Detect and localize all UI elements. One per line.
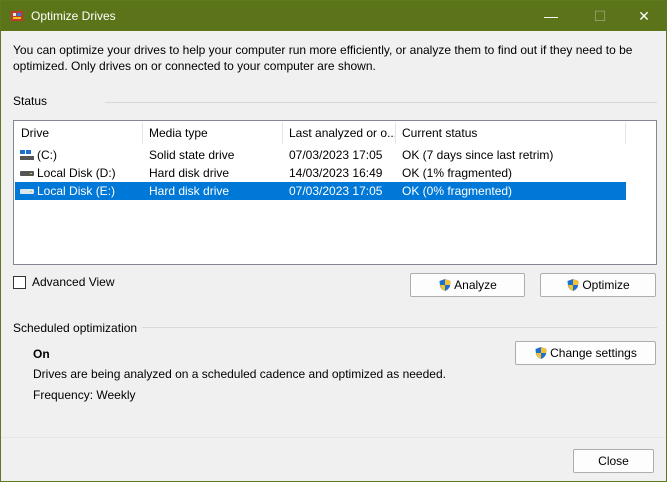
drive-name: (C:) <box>37 148 57 162</box>
scheduled-divider <box>142 327 657 328</box>
intro-text: You can optimize your drives to help you… <box>13 43 633 73</box>
column-header-current-status[interactable]: Current status <box>396 122 626 144</box>
column-header-drive[interactable]: Drive <box>15 122 143 144</box>
hard-disk-icon <box>20 171 34 176</box>
last-analyzed: 14/03/2023 16:49 <box>289 166 383 180</box>
media-type: Hard disk drive <box>149 184 230 198</box>
media-type: Hard disk drive <box>149 166 230 180</box>
analyze-button[interactable]: Analyze <box>410 273 525 297</box>
uac-shield-icon <box>535 347 547 359</box>
column-header-media-type[interactable]: Media type <box>143 122 283 144</box>
uac-shield-icon <box>567 279 579 291</box>
optimize-label: Optimize <box>582 278 630 292</box>
status-section-label: Status <box>13 94 48 108</box>
minimize-button[interactable]: — <box>528 1 574 31</box>
defrag-app-icon <box>11 11 23 21</box>
close-label: Close <box>598 454 629 468</box>
hard-disk-icon <box>20 189 34 194</box>
dialog-footer: Close <box>1 437 666 481</box>
change-settings-button[interactable]: Change settings <box>515 341 656 365</box>
dialog-content: You can optimize your drives to help you… <box>1 31 666 481</box>
current-status: OK (0% fragmented) <box>402 184 513 198</box>
close-button[interactable]: Close <box>573 449 654 473</box>
drive-row-e[interactable]: Local Disk (E:) Hard disk drive 07/03/20… <box>15 182 626 200</box>
current-status: OK (1% fragmented) <box>402 166 513 180</box>
close-window-button[interactable]: ✕ <box>621 1 667 31</box>
window-title: Optimize Drives <box>31 9 116 23</box>
current-status: OK (7 days since last retrim) <box>402 148 554 162</box>
media-type: Solid state drive <box>149 148 235 162</box>
advanced-view-option[interactable]: Advanced View <box>13 275 115 289</box>
last-analyzed: 07/03/2023 17:05 <box>289 148 383 162</box>
scheduled-section-label: Scheduled optimization <box>13 321 138 335</box>
optimize-button[interactable]: Optimize <box>540 273 656 297</box>
schedule-frequency: Frequency: Weekly <box>33 388 136 402</box>
schedule-state: On <box>33 347 50 361</box>
advanced-view-label: Advanced View <box>32 275 115 289</box>
windows-drive-icon <box>20 150 34 160</box>
maximize-icon: ☐ <box>593 7 607 24</box>
drive-row-c[interactable]: (C:) Solid state drive 07/03/2023 17:05 … <box>15 146 626 164</box>
status-divider <box>105 102 657 103</box>
minimize-icon: — <box>544 8 558 24</box>
drive-row-d[interactable]: Local Disk (D:) Hard disk drive 14/03/20… <box>15 164 626 182</box>
schedule-description: Drives are being analyzed on a scheduled… <box>33 367 446 381</box>
maximize-button[interactable]: ☐ <box>577 1 623 31</box>
drive-name: Local Disk (D:) <box>37 166 116 180</box>
last-analyzed: 07/03/2023 17:05 <box>289 184 383 198</box>
advanced-view-checkbox[interactable] <box>13 275 26 289</box>
title-bar[interactable]: Optimize Drives — ☐ ✕ <box>1 1 666 31</box>
analyze-label: Analyze <box>454 278 497 292</box>
drive-name: Local Disk (E:) <box>37 184 116 198</box>
drive-list[interactable]: Drive Media type Last analyzed or o... C… <box>13 120 657 265</box>
optimize-drives-window: Optimize Drives — ☐ ✕ You can optimize y… <box>0 0 667 482</box>
uac-shield-icon <box>439 279 451 291</box>
close-icon: ✕ <box>638 7 650 24</box>
change-settings-label: Change settings <box>550 346 637 360</box>
column-header-last-analyzed[interactable]: Last analyzed or o... <box>283 122 396 144</box>
